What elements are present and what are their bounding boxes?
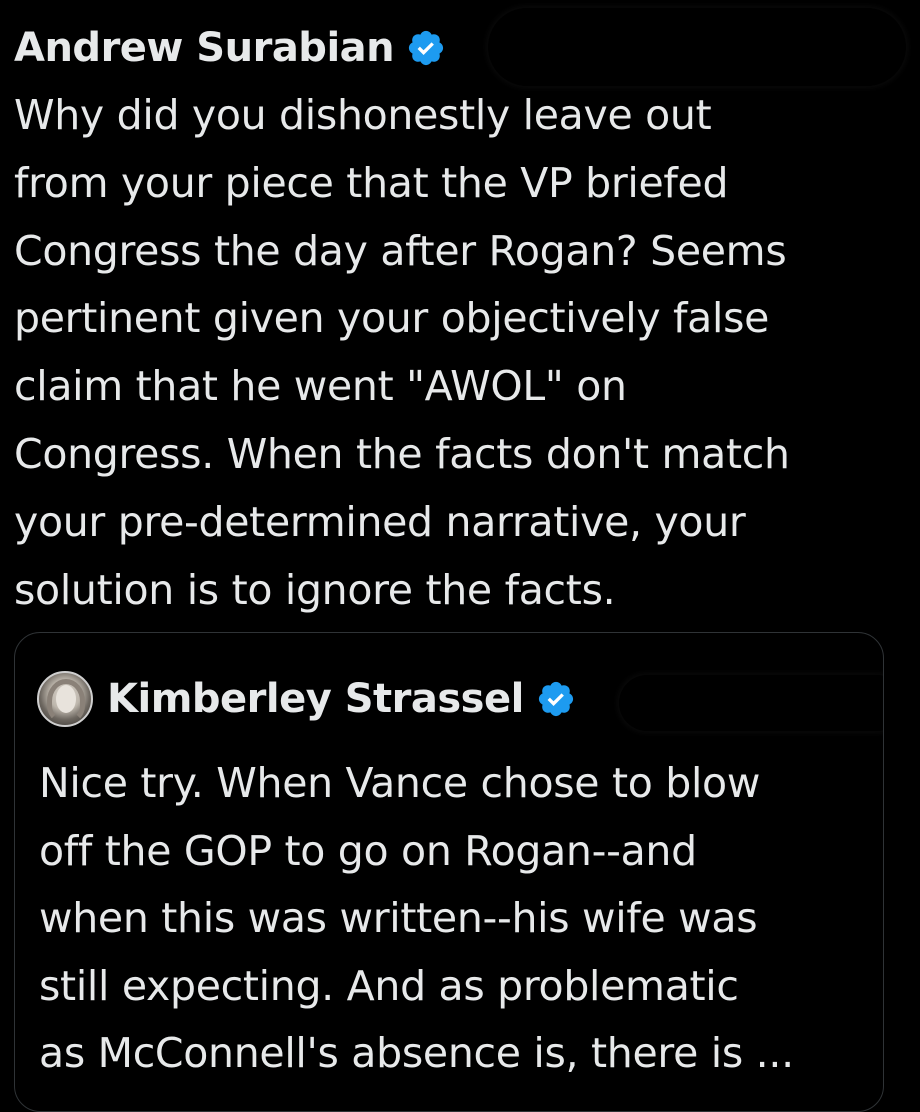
quoted-tweet-author-name[interactable]: Kimberley Strassel <box>107 676 524 722</box>
tweet-author-row: Andrew Surabian <box>14 18 446 78</box>
verified-badge-icon[interactable] <box>406 28 446 68</box>
redacted-handle-area <box>619 675 883 731</box>
quoted-tweet-card[interactable]: Kimberley Strassel Nice try. When Vance … <box>14 632 884 1112</box>
tweet[interactable]: Andrew Surabian Why did you dishonestly … <box>0 0 920 1112</box>
avatar[interactable] <box>37 671 93 727</box>
tweet-text: Why did you dishonestly leave out from y… <box>14 91 790 614</box>
quoted-tweet-text: Nice try. When Vance chose to blow off t… <box>39 759 794 1077</box>
redacted-handle-area <box>488 8 906 86</box>
tweet-author-name[interactable]: Andrew Surabian <box>14 25 395 71</box>
verified-badge-icon[interactable] <box>536 679 576 719</box>
avatar-face-shape <box>56 685 76 713</box>
quoted-tweet-header: Kimberley Strassel <box>37 669 576 729</box>
